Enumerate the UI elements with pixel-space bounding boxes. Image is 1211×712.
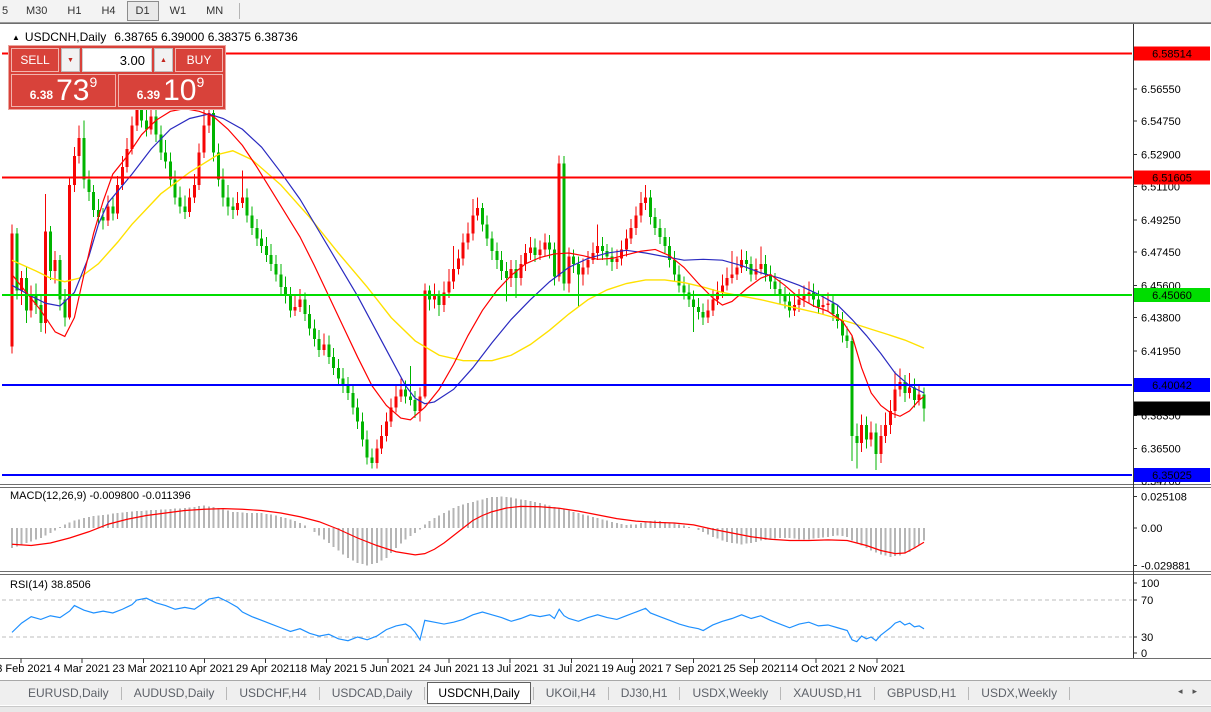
svg-text:6.49250: 6.49250 [1141, 215, 1181, 227]
svg-text:30: 30 [1141, 632, 1153, 644]
svg-text:29 Apr 2021: 29 Apr 2021 [236, 663, 295, 675]
mt4-terminal: { "toolbar":{"items":["5","M30","H1","H4… [0, 0, 1211, 711]
svg-text:18 May 2021: 18 May 2021 [295, 663, 359, 675]
svg-text:0.00: 0.00 [1141, 523, 1162, 535]
svg-text:MACD(12,26,9) -0.009800 -0.011: MACD(12,26,9) -0.009800 -0.011396 [10, 490, 191, 502]
svg-text:19 Aug 2021: 19 Aug 2021 [602, 663, 664, 675]
tab-separator [319, 687, 320, 700]
symbol-period-label: USDCNH,Daily [25, 30, 106, 44]
tab-audusd-daily[interactable]: AUDUSD,Daily [124, 683, 225, 703]
svg-text:6.45060: 6.45060 [1152, 290, 1192, 302]
svg-text:23 Mar 2021: 23 Mar 2021 [112, 663, 174, 675]
svg-text:6.54750: 6.54750 [1141, 116, 1181, 128]
svg-text:0: 0 [1141, 648, 1147, 660]
svg-text:6.41950: 6.41950 [1141, 346, 1181, 358]
tab-usdcnh-daily[interactable]: USDCNH,Daily [427, 682, 530, 704]
volume-increase-button[interactable]: ▲ [154, 48, 173, 72]
svg-text:6.43800: 6.43800 [1141, 313, 1181, 325]
svg-text:-0.029881: -0.029881 [1141, 560, 1191, 572]
candlesticks [11, 77, 926, 470]
price-axis[interactable]: 6.565506.547506.529006.511006.492506.474… [1133, 24, 1191, 660]
tab-eurusd-daily[interactable]: EURUSD,Daily [18, 683, 119, 703]
svg-text:6.56550: 6.56550 [1141, 84, 1181, 96]
svg-text:70: 70 [1141, 595, 1153, 607]
svg-text:6.47450: 6.47450 [1141, 247, 1181, 259]
volume-input[interactable] [82, 48, 152, 72]
tab-usdchf-h4[interactable]: USDCHF,H4 [229, 683, 316, 703]
rsi-line [12, 597, 924, 641]
sell-price-prefix: 6.38 [30, 85, 53, 105]
svg-text:25 Sep 2021: 25 Sep 2021 [723, 663, 785, 675]
buy-price-pip: 9 [196, 76, 204, 88]
svg-text:31 Jul 2021: 31 Jul 2021 [543, 663, 600, 675]
trade-panel-price-row: 6.38 73 9 6.39 10 9 [11, 74, 223, 107]
svg-text:13 Feb 2021: 13 Feb 2021 [0, 663, 52, 675]
tab-separator [679, 687, 680, 700]
svg-text:7 Sep 2021: 7 Sep 2021 [665, 663, 721, 675]
buy-price-prefix: 6.39 [137, 85, 160, 105]
tab-usdx-weekly[interactable]: USDX,Weekly [971, 683, 1067, 703]
tab-separator [608, 687, 609, 700]
svg-text:14 Oct 2021: 14 Oct 2021 [786, 663, 846, 675]
svg-text:RSI(14) 38.8506: RSI(14) 38.8506 [10, 579, 91, 591]
tab-separator [874, 687, 875, 700]
svg-text:6.35025: 6.35025 [1152, 470, 1192, 482]
macd-histogram [12, 497, 924, 566]
sell-price-big: 73 [56, 77, 89, 105]
tab-separator [121, 687, 122, 700]
pane-frame [0, 24, 1211, 659]
tab-gbpusd-h1[interactable]: GBPUSD,H1 [877, 683, 966, 703]
svg-text:6.51605: 6.51605 [1152, 173, 1192, 185]
rsi-level-lines [2, 600, 1132, 637]
svg-text:5 Jun 2021: 5 Jun 2021 [361, 663, 415, 675]
chart-tabs-bar: EURUSD,DailyAUDUSD,DailyUSDCHF,H4 USDCAD,… [0, 680, 1211, 705]
tab-usdx-weekly[interactable]: USDX,Weekly [682, 683, 778, 703]
sell-price-pip: 9 [89, 76, 97, 88]
tab-ukoil-h4[interactable]: UKOil,H4 [536, 683, 606, 703]
svg-text:24 Jun 2021: 24 Jun 2021 [419, 663, 480, 675]
tab-separator [1069, 687, 1070, 700]
svg-text:4 Mar 2021: 4 Mar 2021 [54, 663, 110, 675]
svg-text:6.38736: 6.38736 [1152, 403, 1192, 415]
svg-text:10 Apr 2021: 10 Apr 2021 [175, 663, 234, 675]
ohlc-quote-line: 6.38765 6.39000 6.38375 6.38736 [114, 30, 298, 44]
svg-text:6.58514: 6.58514 [1152, 49, 1192, 61]
status-strip [0, 706, 1211, 712]
tab-separator [780, 687, 781, 700]
time-axis[interactable]: 13 Feb 20214 Mar 202123 Mar 202110 Apr 2… [0, 659, 905, 676]
sell-button[interactable]: SELL [11, 48, 59, 72]
tab-separator [968, 687, 969, 700]
buy-price-big: 10 [163, 77, 196, 105]
tab-separator [226, 687, 227, 700]
svg-text:100: 100 [1141, 578, 1159, 590]
svg-text:13 Jul 2021: 13 Jul 2021 [482, 663, 539, 675]
buy-button[interactable]: BUY [175, 48, 223, 72]
spin-up-icon: ▲ [160, 57, 167, 64]
one-click-trading-panel: SELL ▼ ▲ BUY 6.38 73 9 6.39 10 9 [8, 45, 226, 110]
buy-price-button[interactable]: 6.39 10 9 [118, 74, 223, 107]
tab-scroll-arrows: ◂ ▸ [1178, 686, 1197, 697]
svg-text:6.36500: 6.36500 [1141, 444, 1181, 456]
svg-text:6.40042: 6.40042 [1152, 380, 1192, 392]
scroll-tabs-left-icon[interactable]: ◂ [1178, 686, 1183, 697]
tab-xauusd-h1[interactable]: XAUUSD,H1 [783, 683, 872, 703]
tab-usdcad-daily[interactable]: USDCAD,Daily [322, 683, 423, 703]
collapse-trade-panel-icon[interactable]: ▲ [12, 33, 20, 42]
horizontal-level-lines [2, 54, 1132, 475]
svg-text:6.52900: 6.52900 [1141, 149, 1181, 161]
spin-down-icon: ▼ [67, 57, 74, 64]
ma-slow-yellow [12, 151, 924, 361]
tab-separator [533, 687, 534, 700]
sell-price-button[interactable]: 6.38 73 9 [11, 74, 116, 107]
tab-separator [424, 687, 425, 700]
svg-text:2 Nov 2021: 2 Nov 2021 [849, 663, 905, 675]
chart-title: ▲ USDCNH,Daily 6.38765 6.39000 6.38375 6.3… [12, 30, 298, 44]
scroll-tabs-right-icon[interactable]: ▸ [1192, 686, 1197, 697]
volume-decrease-button[interactable]: ▼ [61, 48, 80, 72]
svg-text:0.025108: 0.025108 [1141, 492, 1187, 504]
tab-dj30-h1[interactable]: DJ30,H1 [611, 683, 678, 703]
trade-panel-top-row: SELL ▼ ▲ BUY [11, 48, 223, 72]
indicator-labels: MACD(12,26,9) -0.009800 -0.011396 RSI(14)… [10, 490, 191, 591]
